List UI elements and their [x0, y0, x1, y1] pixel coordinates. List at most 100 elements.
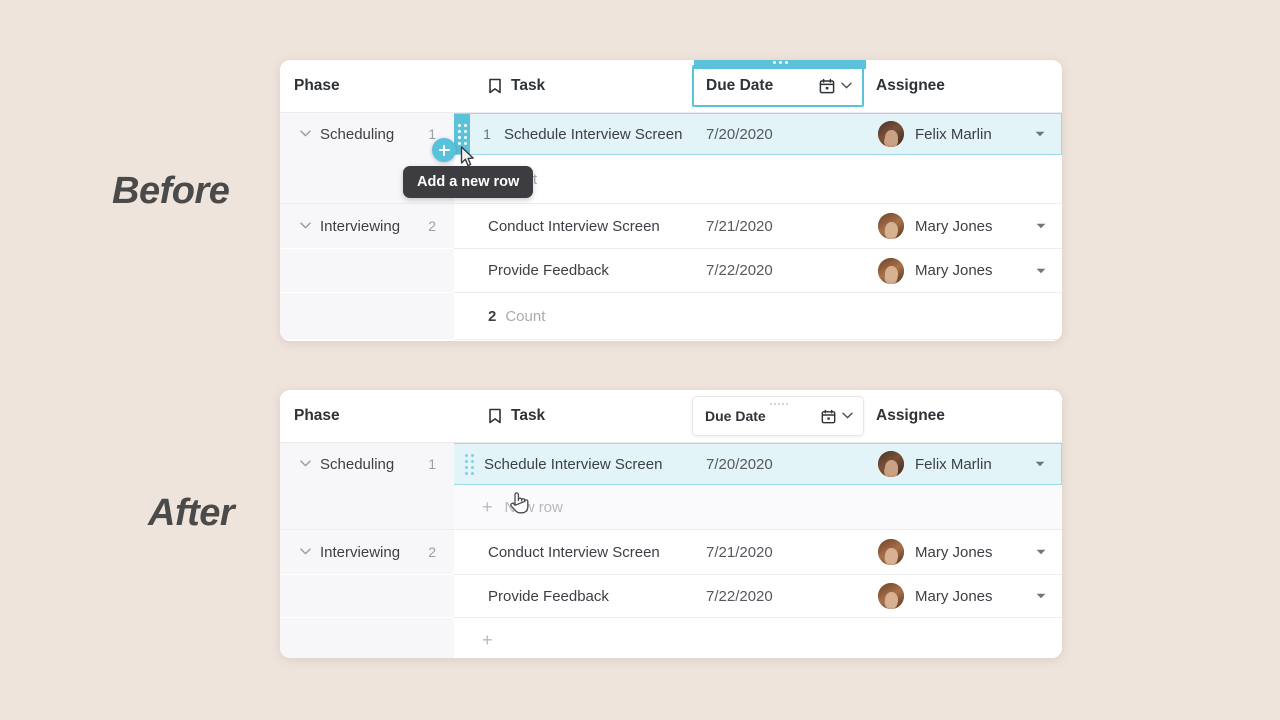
drag-dots-icon[interactable]	[693, 399, 865, 409]
task-name: Schedule Interview Screen	[484, 455, 663, 473]
before-label: Before	[112, 170, 230, 212]
chevron-down-icon[interactable]	[1035, 458, 1061, 470]
task-cell[interactable]: Conduct Interview Screen	[454, 204, 692, 248]
task-name: Conduct Interview Screen	[488, 543, 660, 561]
phase-group-cell[interactable]: Interviewing 2	[280, 204, 454, 248]
avatar	[878, 539, 904, 565]
chevron-down-icon[interactable]	[1035, 128, 1061, 140]
column-header-task-label: Task	[511, 77, 546, 94]
assignee-cell[interactable]: Mary Jones	[864, 530, 1062, 574]
column-header-due-date-wrap: Due Date	[692, 390, 864, 442]
table-row[interactable]: Scheduling 1 1 Schedule Interview Screen…	[280, 113, 1062, 155]
task-name: Provide Feedback	[488, 262, 609, 279]
chevron-down-icon[interactable]	[300, 128, 311, 140]
summary-count-value: 2	[488, 307, 497, 325]
phase-group-cell-blank	[280, 485, 454, 529]
due-date-cell[interactable]: 7/20/2020	[692, 443, 864, 485]
task-name: Schedule Interview Screen	[504, 125, 683, 143]
pointer-hand-cursor	[508, 490, 530, 521]
due-date-cell[interactable]: 7/21/2020	[692, 204, 864, 248]
task-cell[interactable]: Provide Feedback	[454, 249, 692, 292]
drag-dots-icon[interactable]	[454, 453, 484, 475]
task-name: Conduct Interview Screen	[488, 217, 660, 235]
column-header-assignee-label: Assignee	[876, 407, 945, 424]
bookmark-icon	[488, 78, 502, 94]
column-header-phase[interactable]: Phase	[280, 60, 454, 112]
table-row[interactable]: Scheduling 1 Schedule Interview Screen 7…	[280, 443, 1062, 485]
drag-dots-icon[interactable]	[694, 60, 866, 69]
chevron-down-icon[interactable]	[841, 80, 852, 92]
column-header-phase[interactable]: Phase	[280, 390, 454, 442]
chevron-down-icon[interactable]	[1036, 590, 1062, 602]
column-header-task[interactable]: Task	[454, 390, 692, 442]
task-cell[interactable]: Conduct Interview Screen	[454, 530, 692, 574]
chevron-down-icon[interactable]	[1036, 546, 1062, 558]
phase-group-cell-blank	[280, 575, 454, 617]
table-row[interactable]: Interviewing 2 Conduct Interview Screen …	[280, 204, 1062, 248]
chevron-down-icon[interactable]	[1036, 220, 1062, 232]
due-date-cell[interactable]: 7/22/2020	[692, 249, 864, 292]
new-row-affordance-row[interactable]: +	[280, 618, 1062, 658]
phase-group-count: 1	[428, 456, 436, 472]
due-date-cell[interactable]: 7/22/2020	[692, 575, 864, 617]
table-row[interactable]: Provide Feedback 7/22/2020 Mary Jones	[280, 249, 1062, 292]
due-date-cell[interactable]: 7/20/2020	[692, 113, 864, 155]
table-row[interactable]: Provide Feedback 7/22/2020 Mary Jones	[280, 575, 1062, 617]
phase-group-name: Interviewing	[320, 543, 401, 561]
chevron-down-icon[interactable]	[842, 410, 853, 422]
avatar	[878, 451, 904, 477]
assignee-cell[interactable]: Mary Jones	[864, 249, 1062, 292]
arrow-cursor	[460, 146, 476, 173]
chevron-down-icon[interactable]	[300, 546, 311, 558]
assignee-name: Mary Jones	[915, 543, 993, 561]
column-header-assignee[interactable]: Assignee	[864, 390, 1062, 442]
column-header-assignee[interactable]: Assignee	[864, 60, 1062, 112]
task-name: Provide Feedback	[488, 587, 609, 605]
task-cell[interactable]: Provide Feedback	[454, 575, 692, 617]
chevron-down-icon[interactable]	[1036, 265, 1062, 277]
phase-group-cell[interactable]: Scheduling 1	[280, 443, 454, 485]
after-label: After	[148, 492, 235, 534]
table-header-row: Phase Task Due Date Assignee	[280, 390, 1062, 442]
bookmark-icon	[488, 408, 502, 424]
group-summary-row: 2 Count	[280, 293, 1062, 339]
column-header-due-date-label: Due Date	[705, 408, 766, 424]
row-number: 1	[483, 126, 491, 142]
plus-icon: +	[482, 497, 493, 517]
chevron-down-icon[interactable]	[300, 220, 311, 232]
avatar	[878, 121, 904, 147]
add-new-row-button[interactable]: +	[454, 618, 692, 658]
column-header-task[interactable]: Task	[454, 60, 692, 112]
column-header-task-label: Task	[511, 407, 546, 424]
calendar-icon	[819, 78, 835, 94]
phase-group-name: Scheduling	[320, 455, 395, 473]
column-header-due-date-wrap: Due Date	[692, 60, 866, 112]
phase-group-cell[interactable]: Interviewing 2	[280, 530, 454, 574]
assignee-cell[interactable]: Felix Marlin	[864, 443, 1062, 485]
assignee-cell[interactable]: Felix Marlin	[864, 113, 1062, 155]
phase-group-cell-blank	[280, 249, 454, 292]
assignee-cell[interactable]: Mary Jones	[864, 204, 1062, 248]
assignee-name: Felix Marlin	[915, 455, 992, 473]
before-table-card: Phase Task Due Date Assignee Scheduling …	[280, 60, 1062, 341]
plus-icon: +	[482, 629, 493, 650]
avatar	[878, 213, 904, 239]
avatar	[878, 583, 904, 609]
phase-group-cell[interactable]: Scheduling 1	[280, 113, 454, 155]
column-header-assignee-label: Assignee	[876, 77, 945, 94]
task-cell[interactable]: 1 Schedule Interview Screen	[454, 113, 692, 155]
column-header-due-date-label: Due Date	[706, 77, 774, 94]
column-header-phase-label: Phase	[294, 407, 340, 424]
group-summary-row: Count	[280, 155, 1062, 203]
chevron-down-icon[interactable]	[300, 458, 311, 470]
new-row-affordance-row[interactable]: + New row	[280, 485, 1062, 529]
column-header-due-date[interactable]: Due Date	[692, 396, 864, 436]
column-header-due-date[interactable]: Due Date	[692, 60, 866, 107]
assignee-cell[interactable]: Mary Jones	[864, 575, 1062, 617]
task-cell[interactable]: Schedule Interview Screen	[454, 443, 692, 485]
add-new-row-button[interactable]	[432, 138, 456, 162]
add-new-row-button[interactable]: + New row	[454, 485, 692, 529]
table-row[interactable]: Interviewing 2 Conduct Interview Screen …	[280, 530, 1062, 574]
due-date-cell[interactable]: 7/21/2020	[692, 530, 864, 574]
summary-count-cell: 2 Count	[454, 293, 692, 339]
